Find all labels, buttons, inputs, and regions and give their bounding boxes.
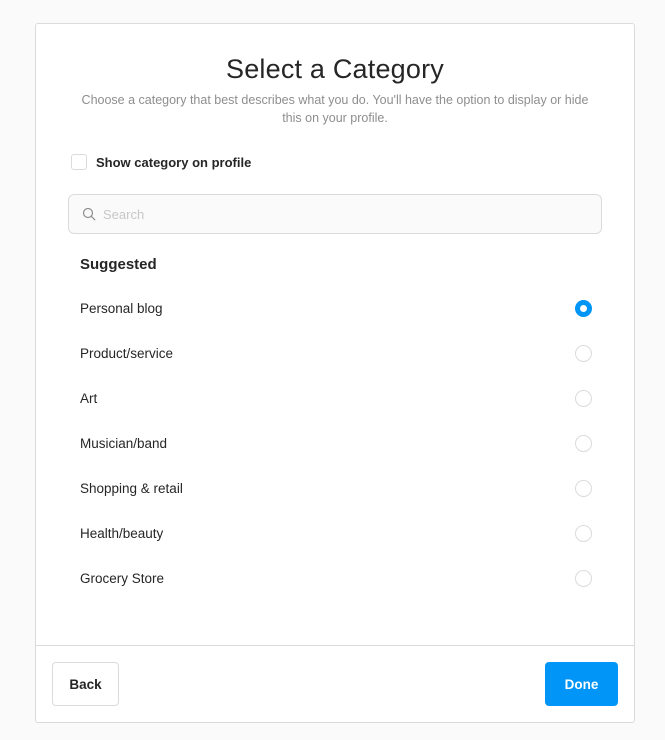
category-radio[interactable] <box>575 570 592 587</box>
category-item-grocery-store[interactable]: Grocery Store <box>80 556 596 601</box>
category-radio[interactable] <box>575 435 592 452</box>
category-label: Musician/band <box>80 436 168 451</box>
page-title: Select a Category <box>225 54 445 84</box>
category-item-personal-blog[interactable]: Personal blog <box>80 286 596 331</box>
suggested-heading: Suggested <box>80 256 157 273</box>
show-category-toggle[interactable]: Show category on profile <box>71 154 251 170</box>
category-item-product-service[interactable]: Product/service <box>80 331 596 376</box>
category-label: Health/beauty <box>80 526 164 541</box>
category-label: Grocery Store <box>80 571 165 586</box>
category-item-musician-band[interactable]: Musician/band <box>80 421 596 466</box>
category-item-shopping-retail[interactable]: Shopping & retail <box>80 466 596 511</box>
category-radio-selected[interactable] <box>575 300 592 317</box>
category-radio[interactable] <box>575 480 592 497</box>
category-label: Shopping & retail <box>80 481 183 496</box>
category-radio[interactable] <box>575 525 592 542</box>
search-field[interactable] <box>68 194 602 234</box>
search-icon <box>82 207 96 221</box>
category-label: Art <box>80 391 98 406</box>
category-item-health-beauty[interactable]: Health/beauty <box>80 511 596 556</box>
show-category-label: Show category on profile <box>96 154 252 170</box>
show-category-checkbox[interactable] <box>71 154 87 170</box>
back-button[interactable]: Back <box>52 662 119 706</box>
category-label: Personal blog <box>80 301 163 316</box>
search-input[interactable] <box>103 206 601 222</box>
footer-divider <box>36 645 634 646</box>
done-button[interactable]: Done <box>545 662 618 706</box>
category-item-art[interactable]: Art <box>80 376 596 421</box>
category-list: Personal blog Product/service Art Musici… <box>80 286 596 601</box>
category-dialog: Select a Category Choose a category that… <box>35 23 635 723</box>
category-radio[interactable] <box>575 390 592 407</box>
category-radio[interactable] <box>575 345 592 362</box>
category-label: Product/service <box>80 346 174 361</box>
page-subtitle: Choose a category that best describes wh… <box>81 93 589 125</box>
